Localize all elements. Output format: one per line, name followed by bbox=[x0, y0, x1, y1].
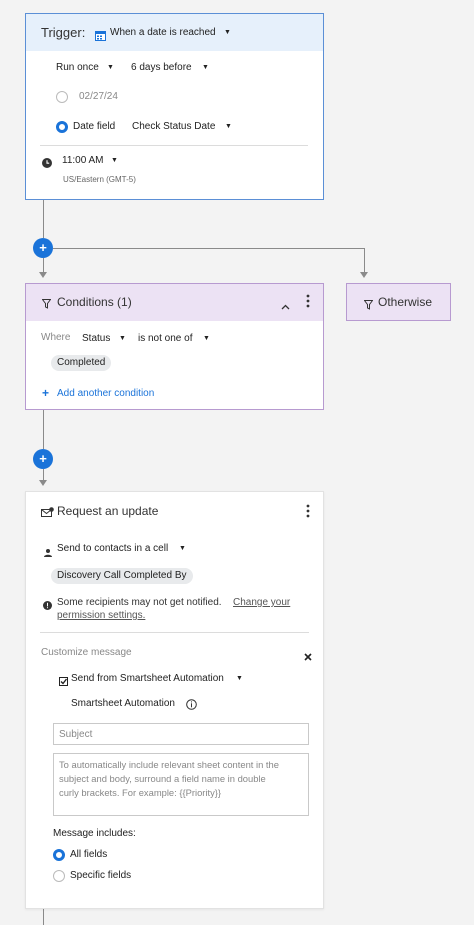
subject-placeholder: Subject bbox=[59, 729, 93, 740]
time-value: 11:00 AM bbox=[62, 155, 104, 166]
timezone-label: US/Eastern (GMT-5) bbox=[63, 175, 136, 184]
chevron-down-icon: ▼ bbox=[179, 545, 186, 552]
plus-icon: + bbox=[42, 386, 50, 400]
chevron-down-icon: ▼ bbox=[225, 123, 232, 130]
close-icon[interactable] bbox=[304, 648, 312, 666]
connector-line bbox=[53, 248, 365, 249]
arrow-down-icon bbox=[360, 272, 368, 278]
all-fields-label: All fields bbox=[70, 849, 108, 860]
arrow-down-icon bbox=[39, 272, 47, 278]
condition-value-tag[interactable]: Completed bbox=[51, 355, 112, 371]
where-label: Where bbox=[41, 332, 71, 343]
connector-line bbox=[43, 410, 44, 449]
subject-input[interactable]: Subject bbox=[53, 723, 309, 745]
permission-link[interactable]: permission settings. bbox=[57, 610, 145, 621]
conditions-title: Conditions (1) bbox=[57, 295, 132, 309]
mail-icon bbox=[41, 505, 54, 523]
clock-icon bbox=[42, 155, 52, 173]
date-field-radio[interactable] bbox=[56, 121, 68, 133]
chevron-down-icon: ▼ bbox=[236, 675, 243, 682]
frequency-dropdown[interactable]: Run once ▼ bbox=[56, 59, 118, 77]
chevron-down-icon: ▼ bbox=[203, 335, 210, 342]
add-step-button[interactable]: + bbox=[33, 238, 53, 258]
info-outline-icon[interactable] bbox=[186, 697, 197, 715]
warning-text: Some recipients may not get notified. bbox=[57, 597, 222, 608]
divider bbox=[40, 145, 308, 146]
specific-fields-radio[interactable] bbox=[53, 870, 65, 882]
message-body-input[interactable]: To automatically include relevant sheet … bbox=[53, 753, 309, 816]
condition-operator-dropdown[interactable]: is not one of ▼ bbox=[138, 330, 213, 348]
specific-date-radio[interactable] bbox=[56, 91, 68, 103]
add-step-button[interactable]: + bbox=[33, 449, 53, 469]
body-placeholder-line: subject and body, surround a field name … bbox=[59, 773, 266, 784]
connector-line bbox=[364, 248, 365, 275]
info-icon bbox=[43, 597, 52, 615]
more-options-icon[interactable] bbox=[306, 294, 310, 313]
person-icon bbox=[44, 544, 52, 562]
request-update-block: Request an update Send to contacts in a … bbox=[25, 491, 324, 909]
recipients-dropdown[interactable]: Send to contacts in a cell ▼ bbox=[57, 541, 189, 559]
offset-dropdown[interactable]: 6 days before ▼ bbox=[131, 59, 211, 77]
add-condition-link[interactable]: + Add another condition bbox=[42, 386, 182, 402]
trigger-label: Trigger: bbox=[41, 25, 86, 40]
condition-field-value: Status bbox=[82, 333, 111, 344]
condition-field-dropdown[interactable]: Status ▼ bbox=[82, 330, 128, 348]
chevron-down-icon: ▼ bbox=[224, 29, 231, 36]
sender-dropdown[interactable]: Send from Smartsheet Automation ▼ bbox=[71, 670, 246, 688]
date-field-dropdown[interactable]: Check Status Date ▼ bbox=[132, 119, 236, 137]
condition-operator-value: is not one of bbox=[138, 333, 193, 344]
specific-fields-label: Specific fields bbox=[70, 870, 132, 881]
collapse-icon[interactable] bbox=[281, 297, 290, 315]
add-condition-label: Add another condition bbox=[57, 388, 155, 399]
sender-icon bbox=[59, 673, 68, 691]
calendar-icon bbox=[95, 28, 106, 46]
trigger-header: Trigger: When a date is reached ▼ bbox=[26, 14, 323, 51]
arrow-down-icon bbox=[39, 480, 47, 486]
trigger-type-value: When a date is reached bbox=[110, 27, 216, 38]
offset-value: 6 days before bbox=[131, 62, 192, 73]
recipients-value: Send to contacts in a cell bbox=[57, 543, 169, 554]
date-field-value: Check Status Date bbox=[132, 121, 216, 132]
all-fields-radio[interactable] bbox=[53, 849, 65, 861]
chevron-down-icon: ▼ bbox=[107, 64, 114, 71]
specific-date-value: 02/27/24 bbox=[79, 91, 118, 102]
filter-icon bbox=[363, 297, 374, 315]
connector-line bbox=[43, 909, 44, 925]
sender-value: Send from Smartsheet Automation bbox=[71, 673, 224, 684]
more-options-icon[interactable] bbox=[306, 504, 310, 523]
trigger-block: Trigger: When a date is reached ▼ Run on… bbox=[25, 13, 324, 200]
trigger-type-dropdown[interactable]: When a date is reached ▼ bbox=[94, 23, 234, 43]
chevron-down-icon: ▼ bbox=[111, 157, 118, 164]
body-placeholder-line: curly brackets. For example: {{Priority}… bbox=[59, 787, 222, 798]
sender-name: Smartsheet Automation bbox=[71, 698, 175, 709]
frequency-value: Run once bbox=[56, 62, 99, 73]
request-title: Request an update bbox=[57, 504, 159, 518]
body-placeholder-line: To automatically include relevant sheet … bbox=[59, 759, 279, 770]
otherwise-label: Otherwise bbox=[378, 295, 433, 309]
message-includes-label: Message includes: bbox=[53, 828, 136, 839]
contact-column-tag[interactable]: Discovery Call Completed By bbox=[51, 568, 193, 584]
conditions-block: Conditions (1) Where Status ▼ is not one… bbox=[25, 283, 324, 410]
filter-icon bbox=[41, 296, 52, 314]
date-field-label: Date field bbox=[73, 121, 116, 132]
chevron-down-icon: ▼ bbox=[119, 335, 126, 342]
customize-label: Customize message bbox=[41, 647, 132, 658]
permission-link[interactable]: Change your bbox=[233, 597, 290, 608]
divider bbox=[40, 632, 309, 633]
connector-line bbox=[43, 200, 44, 238]
conditions-header: Conditions (1) bbox=[26, 284, 323, 321]
otherwise-block[interactable]: Otherwise bbox=[346, 283, 451, 321]
time-dropdown[interactable]: 11:00 AM ▼ bbox=[62, 152, 122, 170]
chevron-down-icon: ▼ bbox=[202, 64, 209, 71]
